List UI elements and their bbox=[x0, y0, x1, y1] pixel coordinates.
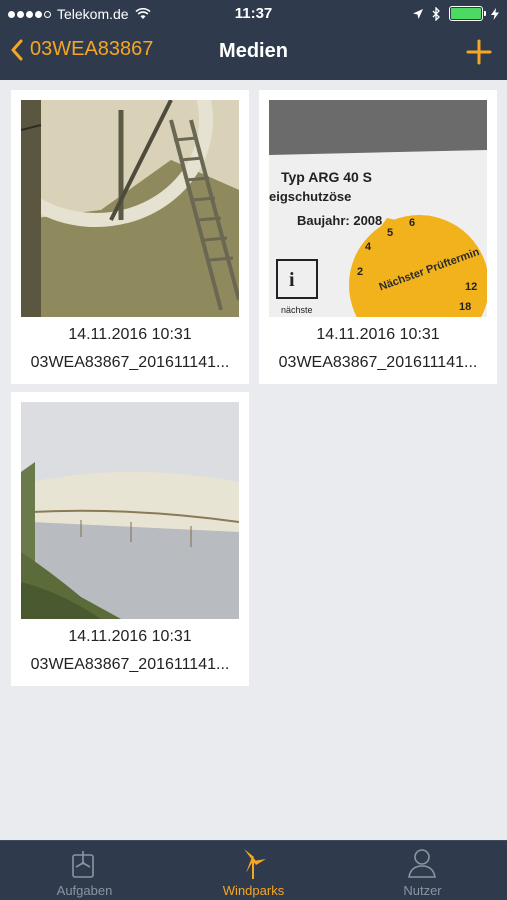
tab-nutzer[interactable]: Nutzer bbox=[338, 841, 507, 900]
media-date: 14.11.2016 10:31 bbox=[68, 628, 192, 645]
tower-base-photo bbox=[21, 402, 239, 619]
media-item[interactable]: 14.11.2016 10:31 03WEA83867_201611141... bbox=[11, 90, 249, 384]
status-right bbox=[412, 6, 499, 21]
add-button[interactable] bbox=[463, 36, 495, 68]
tab-bar: Aufgaben Windparks Nutzer bbox=[0, 840, 507, 900]
media-thumbnail[interactable] bbox=[21, 100, 239, 317]
svg-text:12: 12 bbox=[465, 281, 477, 293]
label-sub-text: eigschutzöse bbox=[269, 189, 351, 204]
battery-icon bbox=[449, 6, 486, 21]
tab-label: Windparks bbox=[222, 883, 285, 898]
user-icon bbox=[408, 849, 436, 878]
label-next-text: nächste bbox=[281, 305, 313, 315]
tab-windparks[interactable]: Windparks bbox=[169, 841, 338, 900]
media-item[interactable]: 14.11.2016 10:31 03WEA83867_201611141... bbox=[11, 392, 249, 686]
svg-text:4: 4 bbox=[365, 241, 372, 253]
top-bar: Telekom.de 11:37 03WEA83867 Medien bbox=[0, 0, 507, 80]
svg-text:5: 5 bbox=[387, 227, 393, 239]
location-icon bbox=[413, 8, 423, 19]
tasks-icon bbox=[72, 851, 94, 878]
media-grid: 14.11.2016 10:31 03WEA83867_201611141...… bbox=[0, 80, 507, 840]
back-label: 03WEA83867 bbox=[30, 38, 154, 60]
media-date: 14.11.2016 10:31 bbox=[68, 326, 192, 343]
chevron-left-icon bbox=[11, 39, 23, 60]
svg-text:18: 18 bbox=[459, 301, 471, 313]
media-filename: 03WEA83867_201611141... bbox=[278, 354, 478, 371]
bluetooth-icon bbox=[432, 6, 440, 21]
label-year-text: Baujahr: 2008 bbox=[297, 213, 382, 228]
media-item[interactable]: Typ ARG 40 S eigschutzöse Baujahr: 2008 … bbox=[259, 90, 497, 384]
tab-label: Nutzer bbox=[403, 883, 442, 898]
svg-text:2: 2 bbox=[357, 266, 363, 278]
media-date: 14.11.2016 10:31 bbox=[316, 326, 440, 343]
windpark-icon bbox=[244, 849, 266, 879]
media-filename: 03WEA83867_201611141... bbox=[30, 354, 230, 371]
svg-text:i: i bbox=[289, 269, 295, 291]
back-button[interactable]: 03WEA83867 bbox=[10, 38, 153, 61]
media-thumbnail[interactable] bbox=[21, 402, 239, 619]
charging-icon bbox=[491, 7, 499, 20]
label-type-text: Typ ARG 40 S bbox=[281, 169, 372, 185]
navigation-bar: 03WEA83867 Medien bbox=[0, 28, 507, 80]
inspection-label-photo: Typ ARG 40 S eigschutzöse Baujahr: 2008 … bbox=[269, 100, 487, 317]
tab-aufgaben[interactable]: Aufgaben bbox=[0, 841, 169, 900]
media-filename: 03WEA83867_201611141... bbox=[30, 656, 230, 673]
tower-ladder-photo bbox=[21, 100, 239, 317]
svg-text:6: 6 bbox=[409, 217, 415, 229]
plus-icon bbox=[466, 39, 492, 65]
tab-label: Aufgaben bbox=[56, 883, 113, 898]
media-thumbnail[interactable]: Typ ARG 40 S eigschutzöse Baujahr: 2008 … bbox=[269, 100, 487, 317]
status-bar: Telekom.de 11:37 bbox=[0, 0, 507, 28]
